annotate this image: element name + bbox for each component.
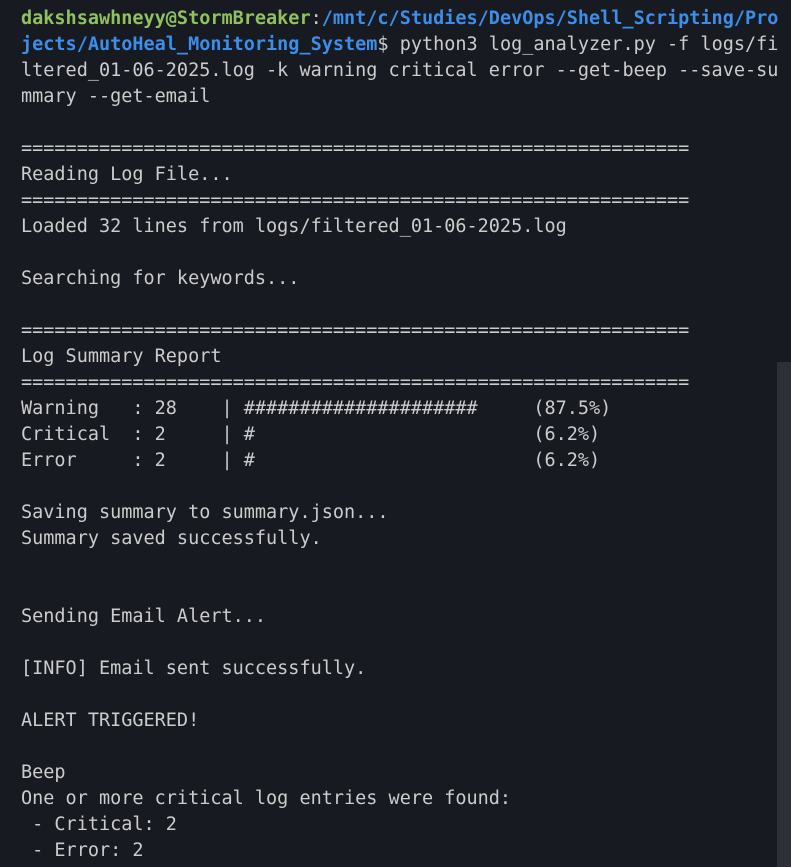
output-line: ALERT TRIGGERED! bbox=[21, 710, 200, 731]
output-line: Summary saved successfully. bbox=[21, 528, 322, 549]
prompt-symbol: $ bbox=[377, 34, 389, 55]
output-line: Error : 2 | # (6.2%) bbox=[21, 450, 601, 471]
output-line: Beep bbox=[21, 762, 66, 783]
output-line: Critical : 2 | # (6.2%) bbox=[21, 424, 601, 445]
output-line: Reading Log File... bbox=[21, 164, 233, 185]
output-line: One or more critical log entries were fo… bbox=[21, 788, 512, 809]
output-line: ========================================… bbox=[21, 320, 690, 341]
scrollbar[interactable] bbox=[777, 0, 791, 867]
output-line: Sending Email Alert... bbox=[21, 606, 267, 627]
prompt-separator: : bbox=[310, 8, 322, 29]
output-line: ========================================… bbox=[21, 372, 690, 393]
terminal-output: ========================================… bbox=[21, 110, 791, 864]
output-line: [INFO] Email sent successfully. bbox=[21, 658, 367, 679]
terminal-window[interactable]: dakshsawhneyy@StormBreaker:/mnt/c/Studie… bbox=[0, 0, 791, 867]
output-line: Saving summary to summary.json... bbox=[21, 502, 389, 523]
shell-prompt-line: dakshsawhneyy@StormBreaker:/mnt/c/Studie… bbox=[21, 6, 781, 110]
output-line: Loaded 32 lines from logs/filtered_01-06… bbox=[21, 216, 567, 237]
output-line: - Error: 2 bbox=[21, 840, 144, 861]
output-line: - Critical: 2 bbox=[21, 814, 177, 835]
output-line: ========================================… bbox=[21, 190, 690, 211]
output-line: Searching for keywords... bbox=[21, 268, 300, 289]
output-line: ========================================… bbox=[21, 138, 690, 159]
prompt-user-host: dakshsawhneyy@StormBreaker bbox=[21, 8, 311, 29]
output-line: Log Summary Report bbox=[21, 346, 222, 367]
output-line: Warning : 28 | ##################### (87… bbox=[21, 398, 612, 419]
scrollbar-thumb[interactable] bbox=[777, 362, 791, 867]
